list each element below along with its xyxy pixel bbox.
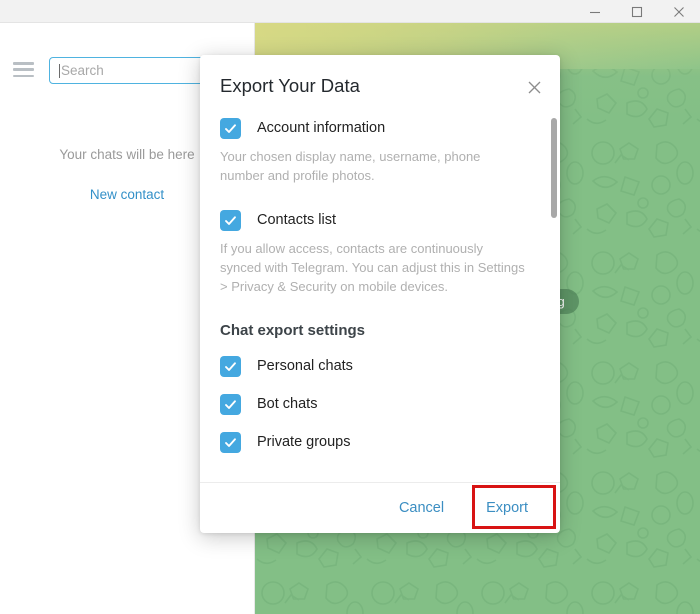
check-icon: [225, 437, 236, 447]
maximize-button[interactable]: [616, 0, 658, 23]
close-icon: [674, 6, 684, 17]
option-row-account-information[interactable]: Account information: [200, 111, 545, 145]
checkbox-contacts-list[interactable]: [220, 209, 241, 231]
dialog-close-button[interactable]: [522, 75, 546, 99]
checkbox-account-information[interactable]: [220, 117, 241, 139]
hamburger-menu-icon[interactable]: [13, 62, 34, 77]
maximize-icon: [631, 6, 643, 17]
cancel-button[interactable]: Cancel: [389, 494, 454, 522]
dialog-content: Account information Your chosen display …: [200, 111, 545, 459]
window-controls: [574, 0, 700, 23]
checkbox-bot-chats[interactable]: [220, 393, 241, 415]
export-data-dialog: Export Your Data Account information You…: [200, 55, 560, 533]
option-row-private-groups[interactable]: Private groups: [200, 425, 545, 459]
hamburger-bar: [13, 62, 34, 65]
option-row-personal-chats[interactable]: Personal chats: [200, 349, 545, 383]
option-row-contacts-list[interactable]: Contacts list: [200, 203, 545, 237]
check-icon: [225, 123, 236, 133]
checkbox-private-groups[interactable]: [220, 431, 241, 453]
title-bar: [0, 0, 700, 23]
option-description-contacts-list: If you allow access, contacts are contin…: [220, 241, 525, 294]
option-label: Personal chats: [257, 358, 353, 374]
check-icon: [225, 399, 236, 409]
search-placeholder: Search: [61, 62, 104, 78]
option-label: Bot chats: [257, 396, 318, 412]
section-title-chat-export-settings: Chat export settings: [220, 322, 366, 339]
hamburger-bar: [13, 68, 34, 71]
option-label: Private groups: [257, 434, 351, 450]
export-button[interactable]: Export: [476, 494, 538, 522]
option-label: Account information: [257, 120, 386, 136]
check-icon: [225, 215, 236, 225]
close-button[interactable]: [658, 0, 700, 23]
dialog-title: Export Your Data: [220, 75, 360, 96]
check-icon: [225, 361, 236, 371]
minimize-icon: [590, 11, 600, 13]
option-description-account-information: Your chosen display name, username, phon…: [220, 149, 481, 183]
dialog-scrollbar-thumb[interactable]: [551, 118, 557, 218]
hamburger-bar: [13, 74, 34, 77]
minimize-button[interactable]: [574, 0, 616, 23]
dialog-scroll-body[interactable]: Account information Your chosen display …: [200, 111, 560, 481]
text-caret: [59, 63, 60, 78]
close-icon: [528, 81, 540, 93]
option-row-bot-chats[interactable]: Bot chats: [200, 387, 545, 421]
app-window: Connecting Search Your chats will be her…: [0, 0, 700, 614]
option-label: Contacts list: [257, 212, 336, 228]
dialog-footer: Cancel Export: [200, 482, 560, 533]
checkbox-personal-chats[interactable]: [220, 355, 241, 377]
